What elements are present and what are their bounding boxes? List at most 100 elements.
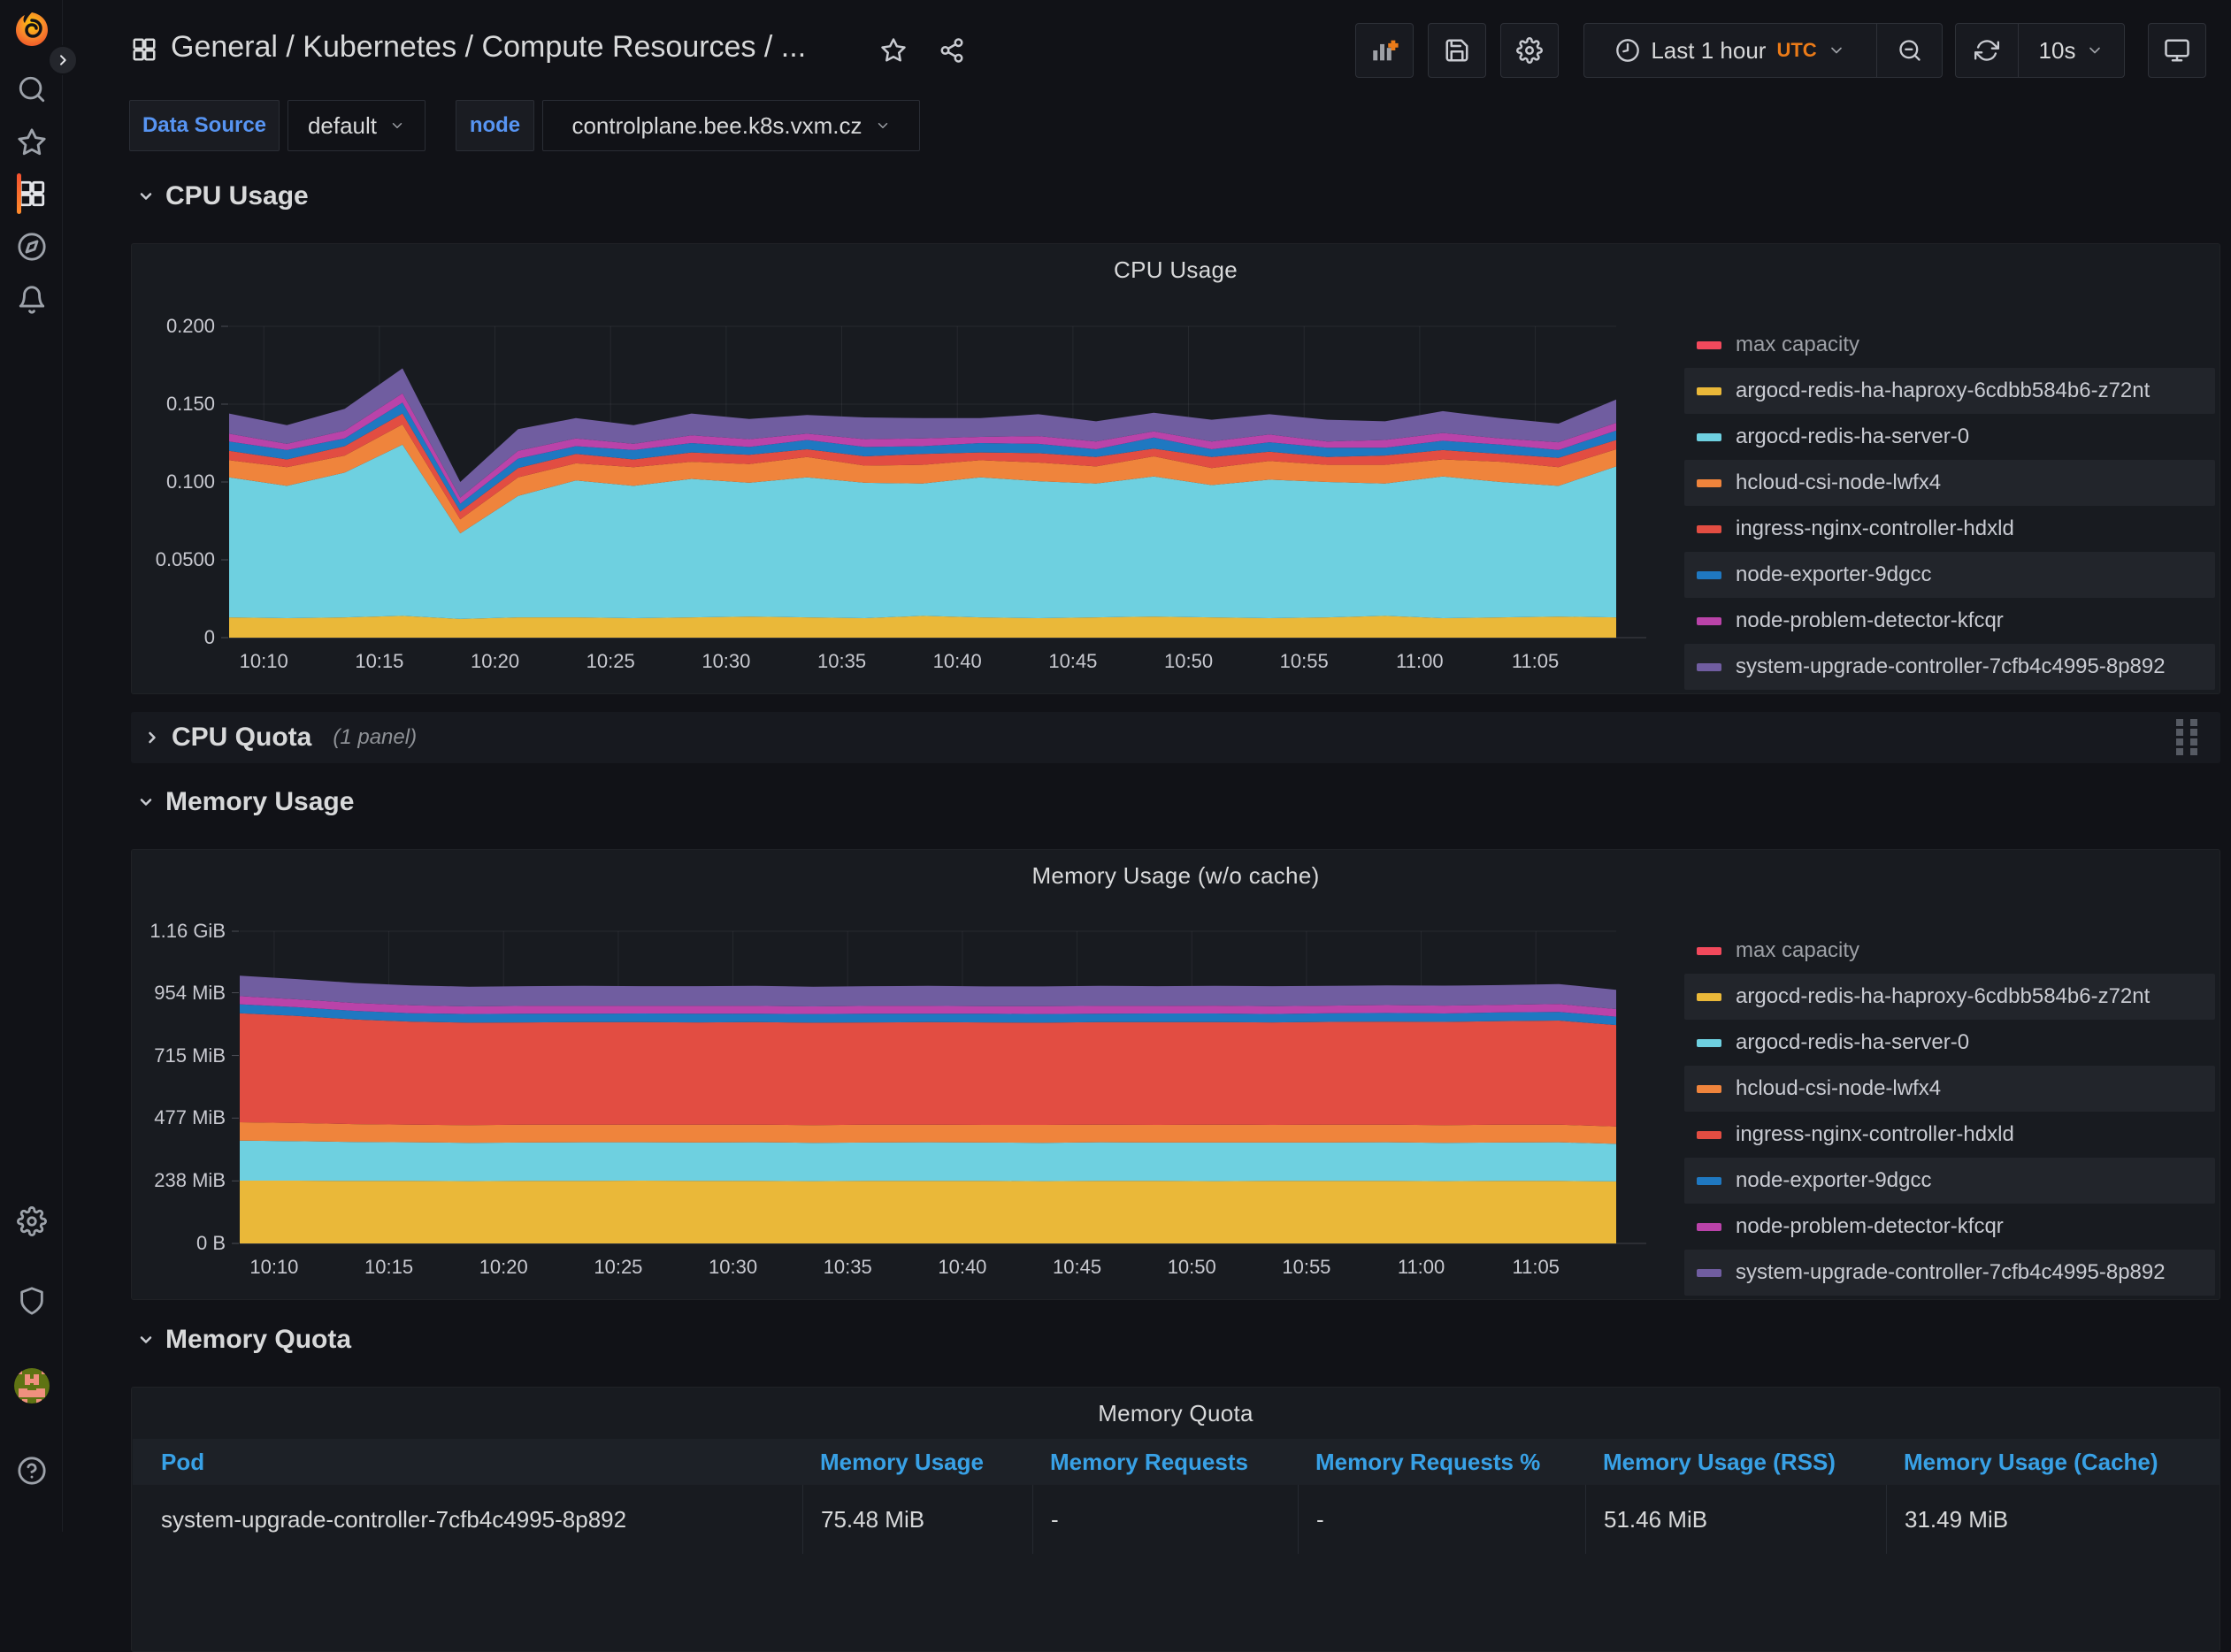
breadcrumb[interactable]: General / Kubernetes / Compute Resources… xyxy=(171,30,806,65)
chevron-down-icon xyxy=(1828,42,1845,59)
legend-item[interactable]: max capacity xyxy=(1684,928,2215,974)
panel-title[interactable]: Memory Usage (w/o cache) xyxy=(132,862,2220,890)
sidebar-item-help[interactable] xyxy=(12,1450,52,1491)
series-area xyxy=(229,616,1616,638)
legend-swatch xyxy=(1697,1177,1721,1185)
section-title: CPU Quota xyxy=(172,723,311,753)
legend-item[interactable]: ingress-nginx-controller-hdxld xyxy=(1684,506,2215,552)
table-cell: 51.46 MiB xyxy=(1585,1485,1886,1554)
chevron-down-icon xyxy=(389,118,405,134)
x-axis-tick-label: 10:40 xyxy=(917,650,997,673)
cycle-view-mode-button[interactable] xyxy=(2148,23,2206,78)
refresh-button[interactable] xyxy=(1956,24,2018,77)
legend-item[interactable]: ingress-nginx-controller-hdxld xyxy=(1684,1112,2215,1158)
memory-usage-panel[interactable]: Memory Usage (w/o cache) 0 B238 MiB477 M… xyxy=(131,849,2220,1300)
time-range-button[interactable]: Last 1 hour UTC xyxy=(1584,24,1876,77)
legend-label: hcloud-csi-node-lwfx4 xyxy=(1736,470,1941,495)
table-column-header[interactable]: Memory Usage xyxy=(802,1449,1032,1476)
compass-icon xyxy=(17,232,47,262)
sidebar-item-server-admin[interactable] xyxy=(12,1281,52,1321)
x-axis-tick-label: 10:50 xyxy=(1152,1256,1231,1279)
x-axis-tick-label: 10:45 xyxy=(1038,1256,1117,1279)
legend-item[interactable]: node-problem-detector-kfcqr xyxy=(1684,598,2215,644)
section-header-cpu-quota[interactable]: CPU Quota (1 panel) xyxy=(131,712,2220,763)
zoom-out-icon xyxy=(1898,38,1922,63)
y-axis-tick-label: 715 MiB xyxy=(132,1044,226,1067)
table-column-header[interactable]: Memory Usage (RSS) xyxy=(1585,1449,1886,1476)
legend-swatch xyxy=(1697,1039,1721,1047)
legend-item[interactable]: node-exporter-9dgcc xyxy=(1684,552,2215,598)
refresh-interval-dropdown[interactable]: 10s xyxy=(2018,24,2124,77)
chart-plot-area[interactable] xyxy=(240,931,1652,1249)
sidebar-item-starred[interactable] xyxy=(12,122,52,163)
legend-swatch xyxy=(1697,1223,1721,1231)
legend-item[interactable]: node-problem-detector-kfcqr xyxy=(1684,1204,2215,1250)
legend-label: max capacity xyxy=(1736,333,1859,357)
chevron-down-icon xyxy=(137,187,155,205)
legend-item[interactable]: system-upgrade-controller-7cfb4c4995-8p8… xyxy=(1684,1250,2215,1296)
table-row[interactable]: system-upgrade-controller-7cfb4c4995-8p8… xyxy=(133,1485,2220,1554)
dashboard-settings-button[interactable] xyxy=(1500,23,1559,78)
legend-swatch xyxy=(1697,947,1721,955)
legend-swatch xyxy=(1697,479,1721,487)
table-column-header[interactable]: Memory Usage (Cache) xyxy=(1886,1449,2220,1476)
x-axis-tick-label: 10:25 xyxy=(571,650,650,673)
zoom-out-time-button[interactable] xyxy=(1876,24,1942,77)
chevron-right-icon xyxy=(143,729,161,746)
cpu-usage-panel[interactable]: CPU Usage 00.05000.1000.1500.20010:1010:… xyxy=(131,243,2220,694)
y-axis-tick-label: 0 xyxy=(132,626,215,649)
legend-item[interactable]: system-upgrade-controller-7cfb4c4995-8p8… xyxy=(1684,644,2215,690)
sidebar-item-alerting[interactable] xyxy=(12,279,52,320)
sidebar-expand-button[interactable] xyxy=(48,45,78,75)
x-axis-tick-label: 10:35 xyxy=(802,650,882,673)
legend-item[interactable]: node-exporter-9dgcc xyxy=(1684,1158,2215,1204)
table-cell: - xyxy=(1032,1485,1298,1554)
save-icon xyxy=(1444,37,1470,64)
legend-item[interactable]: hcloud-csi-node-lwfx4 xyxy=(1684,460,2215,506)
table-column-header[interactable]: Memory Requests % xyxy=(1298,1449,1585,1476)
section-header-memory-quota[interactable]: Memory Quota xyxy=(137,1325,351,1355)
share-icon[interactable] xyxy=(939,37,965,64)
add-panel-button[interactable] xyxy=(1355,23,1414,78)
clock-icon xyxy=(1615,38,1640,63)
row-drag-handle[interactable] xyxy=(2171,720,2206,755)
chart-plot-area[interactable] xyxy=(229,326,1652,643)
memory-quota-panel[interactable]: Memory Quota PodMemory UsageMemory Reque… xyxy=(131,1387,2220,1652)
x-axis-tick-label: 10:55 xyxy=(1264,650,1344,673)
section-header-memory-usage[interactable]: Memory Usage xyxy=(137,787,354,817)
gear-icon xyxy=(17,1206,47,1236)
panel-title[interactable]: CPU Usage xyxy=(132,256,2220,284)
legend-item[interactable]: argocd-redis-ha-haproxy-6cdbb584b6-z72nt xyxy=(1684,974,2215,1020)
add-panel-icon xyxy=(1369,35,1399,65)
x-axis-tick-label: 10:30 xyxy=(686,650,766,673)
legend-label: hcloud-csi-node-lwfx4 xyxy=(1736,1076,1941,1101)
legend-item[interactable]: hcloud-csi-node-lwfx4 xyxy=(1684,1066,2215,1112)
legend-label: argocd-redis-ha-server-0 xyxy=(1736,424,1969,449)
legend-label: node-exporter-9dgcc xyxy=(1736,562,1931,587)
sidebar-item-profile[interactable] xyxy=(12,1365,52,1406)
x-axis-tick-label: 10:30 xyxy=(694,1256,773,1279)
table-column-header[interactable]: Pod xyxy=(133,1449,802,1476)
favorite-star-icon[interactable] xyxy=(880,37,907,64)
legend-item[interactable]: max capacity xyxy=(1684,322,2215,368)
legend-swatch xyxy=(1697,1085,1721,1093)
legend-label: ingress-nginx-controller-hdxld xyxy=(1736,516,2014,541)
chevron-down-icon xyxy=(137,793,155,811)
panel-title[interactable]: Memory Quota xyxy=(132,1400,2220,1427)
chevron-down-icon xyxy=(875,118,891,134)
legend-item[interactable]: argocd-redis-ha-server-0 xyxy=(1684,414,2215,460)
legend-item[interactable]: argocd-redis-ha-server-0 xyxy=(1684,1020,2215,1066)
save-dashboard-button[interactable] xyxy=(1428,23,1486,78)
legend-item[interactable]: argocd-redis-ha-haproxy-6cdbb584b6-z72nt xyxy=(1684,368,2215,414)
datasource-variable-dropdown[interactable]: default xyxy=(288,100,426,151)
y-axis-tick-label: 0.100 xyxy=(132,470,215,493)
sidebar-item-search[interactable] xyxy=(12,69,52,110)
section-header-cpu-usage[interactable]: CPU Usage xyxy=(137,181,309,211)
sidebar-item-explore[interactable] xyxy=(12,226,52,267)
sidebar-item-dashboards[interactable] xyxy=(12,173,52,214)
grafana-logo[interactable] xyxy=(12,9,52,50)
table-column-header[interactable]: Memory Requests xyxy=(1032,1449,1298,1476)
sidebar-item-configuration[interactable] xyxy=(12,1201,52,1242)
node-variable-dropdown[interactable]: controlplane.bee.k8s.vxm.cz xyxy=(542,100,920,151)
table-header-row: PodMemory UsageMemory RequestsMemory Req… xyxy=(133,1439,2220,1485)
